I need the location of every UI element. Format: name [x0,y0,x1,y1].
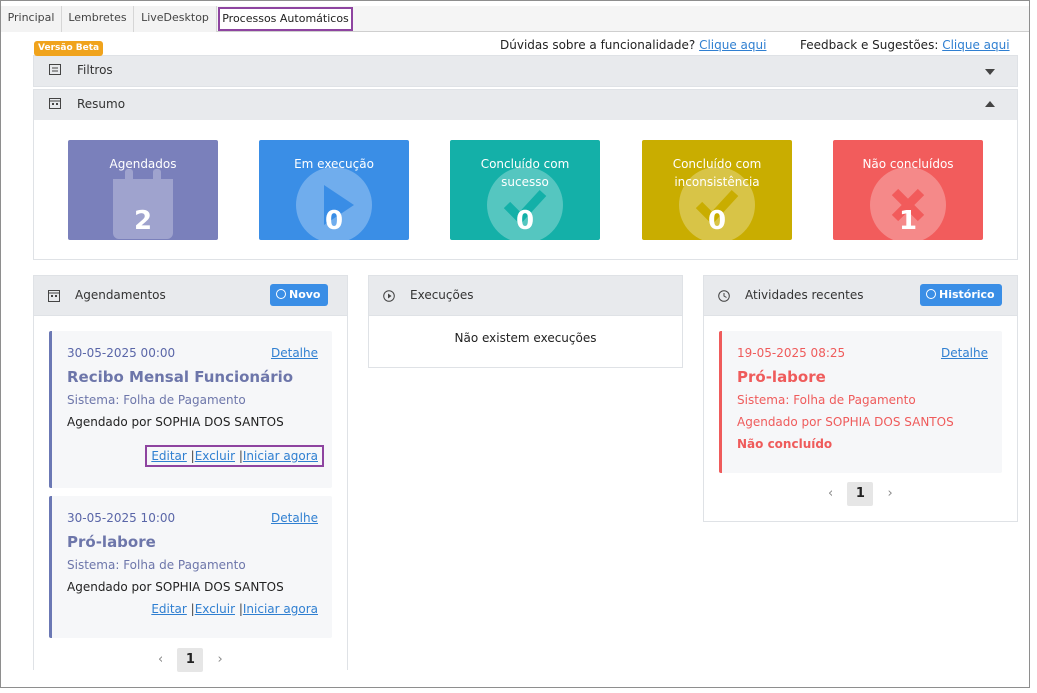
feedback-link[interactable]: Clique aqui [942,38,1009,52]
card-success[interactable]: Concluído com sucesso 0 [450,140,600,240]
tab-lembretes[interactable]: Lembretes [62,6,134,32]
card-running[interactable]: Em execução 0 [259,140,409,240]
new-button-label: Novo [289,288,321,301]
executions-header: Execuções [369,276,682,316]
history-button[interactable]: Histórico [920,284,1002,306]
recent-pagination: ‹ 1 › [828,482,893,506]
feedback: Feedback e Sugestões: Clique aqui [800,38,1010,52]
recent-system: Sistema: Folha de Pagamento [737,393,916,407]
clock-icon [926,289,936,299]
start-now-link[interactable]: Iniciar agora [243,449,318,463]
card-title: Em execução [294,157,374,171]
recent-item: 19-05-2025 08:25 Detalhe Pró-labore Sist… [719,331,1002,473]
executions-panel: Execuções Não existem execuções [368,275,683,368]
schedule-item: 30-05-2025 10:00 Detalhe Pró-labore Sist… [49,496,332,638]
summary-panel-header[interactable]: Resumo [33,89,1018,121]
executions-empty: Não existem execuções [454,331,597,345]
feedback-text: Feedback e Sugestões: [800,38,939,52]
pagination-prev[interactable]: ‹ [158,652,163,667]
help-question-link[interactable]: Clique aqui [699,38,766,52]
card-title: Concluído com inconsistência [672,157,762,189]
chevron-up-icon[interactable] [985,101,995,107]
delete-link[interactable]: Excluir [195,602,235,616]
history-button-label: Histórico [939,288,995,301]
card-value: 1 [898,206,918,236]
recent-title-text: Pró-labore [737,368,826,386]
card-scheduled[interactable]: Agendados 2 [68,140,218,240]
beta-badge: Versão Beta [34,41,104,56]
filter-icon [49,64,61,75]
recent-owner: Agendado por SOPHIA DOS SANTOS [737,415,954,429]
pagination-next[interactable]: › [217,652,222,667]
card-value: 0 [515,206,535,236]
card-inconsistency[interactable]: Concluído com inconsistência 0 [642,140,792,240]
card-value: 0 [324,206,344,236]
play-circle-icon [383,290,395,302]
schedule-owner: Agendado por SOPHIA DOS SANTOS [67,580,284,594]
help-question-text: Dúvidas sobre a funcionalidade? [500,38,696,52]
card-title: Não concluídos [862,157,954,171]
calendar-icon [49,98,61,109]
edit-link[interactable]: Editar [151,449,187,463]
chevron-down-icon[interactable] [985,69,995,75]
schedule-owner: Agendado por SOPHIA DOS SANTOS [67,415,284,429]
pagination-prev[interactable]: ‹ [828,486,833,501]
schedule-actions: Editar |Excluir |Iniciar agora [151,602,318,616]
delete-link[interactable]: Excluir [195,449,235,463]
schedule-item: 30-05-2025 00:00 Detalhe Recibo Mensal F… [49,331,332,488]
schedule-date: 30-05-2025 00:00 [67,346,176,360]
schedule-system: Sistema: Folha de Pagamento [67,393,246,407]
tab-livedesktop[interactable]: LiveDesktop [134,6,217,32]
edit-link[interactable]: Editar [151,602,187,616]
schedules-pagination: ‹ 1 › [158,648,223,672]
pagination-page[interactable]: 1 [847,482,874,506]
summary-body: Agendados 2 Em execução 0 Concluído com … [33,120,1018,260]
card-value: 0 [707,206,727,236]
pagination-page[interactable]: 1 [177,648,204,672]
app-window: Principal Lembretes LiveDesktop Processo… [0,0,1030,688]
recent-title: Atividades recentes [745,288,864,302]
detail-link[interactable]: Detalhe [271,511,318,525]
recent-date: 19-05-2025 08:25 [737,346,846,360]
new-schedule-button[interactable]: Novo [270,284,328,306]
tab-principal[interactable]: Principal [1,6,62,32]
summary-label: Resumo [77,97,126,111]
recent-header: Atividades recentes Histórico [704,276,1017,316]
executions-title: Execuções [410,288,474,302]
schedule-title: Pró-labore [67,533,156,551]
plus-icon [276,289,286,299]
help-question: Dúvidas sobre a funcionalidade? Clique a… [500,38,766,52]
clock-icon [718,290,730,302]
schedules-panel: Agendamentos Novo 30-05-2025 00:00 Detal… [33,275,348,672]
detail-link[interactable]: Detalhe [941,346,988,360]
recent-activities-panel: Atividades recentes Histórico 19-05-2025… [703,275,1018,522]
schedule-system: Sistema: Folha de Pagamento [67,558,246,572]
filters-panel-header[interactable]: Filtros [33,55,1018,87]
detail-link[interactable]: Detalhe [271,346,318,360]
start-now-link[interactable]: Iniciar agora [243,602,318,616]
schedules-header: Agendamentos Novo [34,276,347,316]
schedule-actions: Editar |Excluir |Iniciar agora [145,445,324,467]
schedule-title: Recibo Mensal Funcionário [67,368,294,386]
status-badge: Não concluído [737,437,833,451]
pagination-next[interactable]: › [887,486,892,501]
filters-label: Filtros [77,63,113,77]
card-title: Concluído com sucesso [480,157,570,189]
card-not-completed[interactable]: Não concluídos 1 [833,140,983,240]
card-value: 2 [133,206,153,236]
calendar-icon [48,290,60,302]
schedules-title: Agendamentos [75,288,166,302]
schedule-date: 30-05-2025 10:00 [67,511,176,525]
tab-processos-automaticos[interactable]: Processos Automáticos [218,7,353,31]
card-title: Agendados [109,157,177,171]
